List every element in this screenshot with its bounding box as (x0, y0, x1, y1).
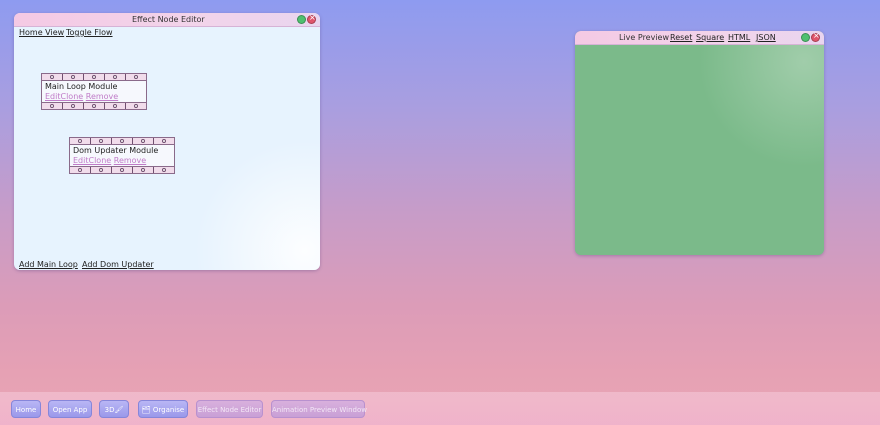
port-icon[interactable] (70, 138, 91, 144)
node-main-loop[interactable]: Main Loop Module EditClone Remove (41, 73, 147, 110)
port-icon[interactable] (84, 74, 105, 80)
editor-canvas[interactable]: Home View Toggle Flow Main Loop Module E… (14, 27, 320, 270)
port-icon[interactable] (105, 103, 126, 109)
taskbar: Home Open App 3D🖌 🗂 Organise Effect Node… (0, 392, 880, 425)
close-icon[interactable] (307, 13, 316, 24)
node-input-ports[interactable] (70, 138, 174, 145)
port-icon[interactable] (91, 167, 112, 173)
add-main-loop-link[interactable]: Add Main Loop (19, 260, 78, 269)
json-link[interactable]: JSON (756, 33, 776, 42)
port-icon[interactable] (105, 74, 126, 80)
preview-stage[interactable] (575, 45, 824, 255)
node-actions: EditClone Remove (70, 156, 174, 166)
port-icon[interactable] (42, 74, 63, 80)
preview-titlebar[interactable]: Live Preview Reset Square HTML JSON (575, 31, 824, 45)
taskbar-home-button[interactable]: Home (11, 400, 41, 418)
node-output-ports[interactable] (70, 166, 174, 173)
close-icon[interactable] (811, 31, 820, 42)
taskbar-organise-button[interactable]: 🗂 Organise (138, 400, 188, 418)
taskbar-3d-button[interactable]: 3D🖌 (99, 400, 129, 418)
port-icon[interactable] (126, 103, 146, 109)
editor-title: Effect Node Editor (132, 15, 205, 24)
port-icon[interactable] (84, 103, 105, 109)
node-dom-updater[interactable]: Dom Updater Module EditClone Remove (69, 137, 175, 174)
port-icon[interactable] (112, 138, 133, 144)
effect-node-editor-window: Effect Node Editor Home View Toggle Flow… (14, 13, 320, 270)
port-icon[interactable] (42, 103, 63, 109)
port-icon[interactable] (126, 74, 146, 80)
port-icon[interactable] (91, 138, 112, 144)
square-link[interactable]: Square (696, 33, 724, 42)
taskbar-effect-node-editor-button[interactable]: Effect Node Editor (196, 400, 263, 418)
port-icon[interactable] (133, 167, 154, 173)
add-dom-updater-link[interactable]: Add Dom Updater (82, 260, 154, 269)
node-title: Main Loop Module (45, 82, 118, 91)
node-actions: EditClone Remove (42, 92, 146, 102)
preview-title: Live Preview (619, 33, 670, 42)
live-preview-window: Live Preview Reset Square HTML JSON (575, 31, 824, 255)
port-icon[interactable] (63, 103, 84, 109)
port-icon[interactable] (154, 138, 174, 144)
clone-link[interactable]: Clone (61, 92, 84, 101)
node-title: Dom Updater Module (73, 146, 159, 155)
edit-link[interactable]: Edit (73, 156, 89, 165)
taskbar-animation-preview-button[interactable]: Animation Preview Window (271, 400, 367, 418)
editor-titlebar[interactable]: Effect Node Editor (14, 13, 320, 27)
remove-link[interactable]: Remove (86, 92, 118, 101)
maximize-icon[interactable] (801, 33, 810, 42)
port-icon[interactable] (154, 167, 174, 173)
clone-link[interactable]: Clone (89, 156, 112, 165)
port-icon[interactable] (70, 167, 91, 173)
remove-link[interactable]: Remove (114, 156, 146, 165)
desktop: { "editor": { "title": "Effect Node Edit… (0, 0, 880, 425)
port-icon[interactable] (133, 138, 154, 144)
edit-link[interactable]: Edit (45, 92, 61, 101)
node-output-ports[interactable] (42, 102, 146, 109)
port-icon[interactable] (112, 167, 133, 173)
home-view-link[interactable]: Home View (19, 28, 64, 37)
taskbar-open-app-button[interactable]: Open App (48, 400, 92, 418)
node-input-ports[interactable] (42, 74, 146, 81)
maximize-icon[interactable] (297, 15, 306, 24)
toggle-flow-link[interactable]: Toggle Flow (66, 28, 113, 37)
port-icon[interactable] (63, 74, 84, 80)
html-link[interactable]: HTML (728, 33, 750, 42)
reset-link[interactable]: Reset (670, 33, 692, 42)
